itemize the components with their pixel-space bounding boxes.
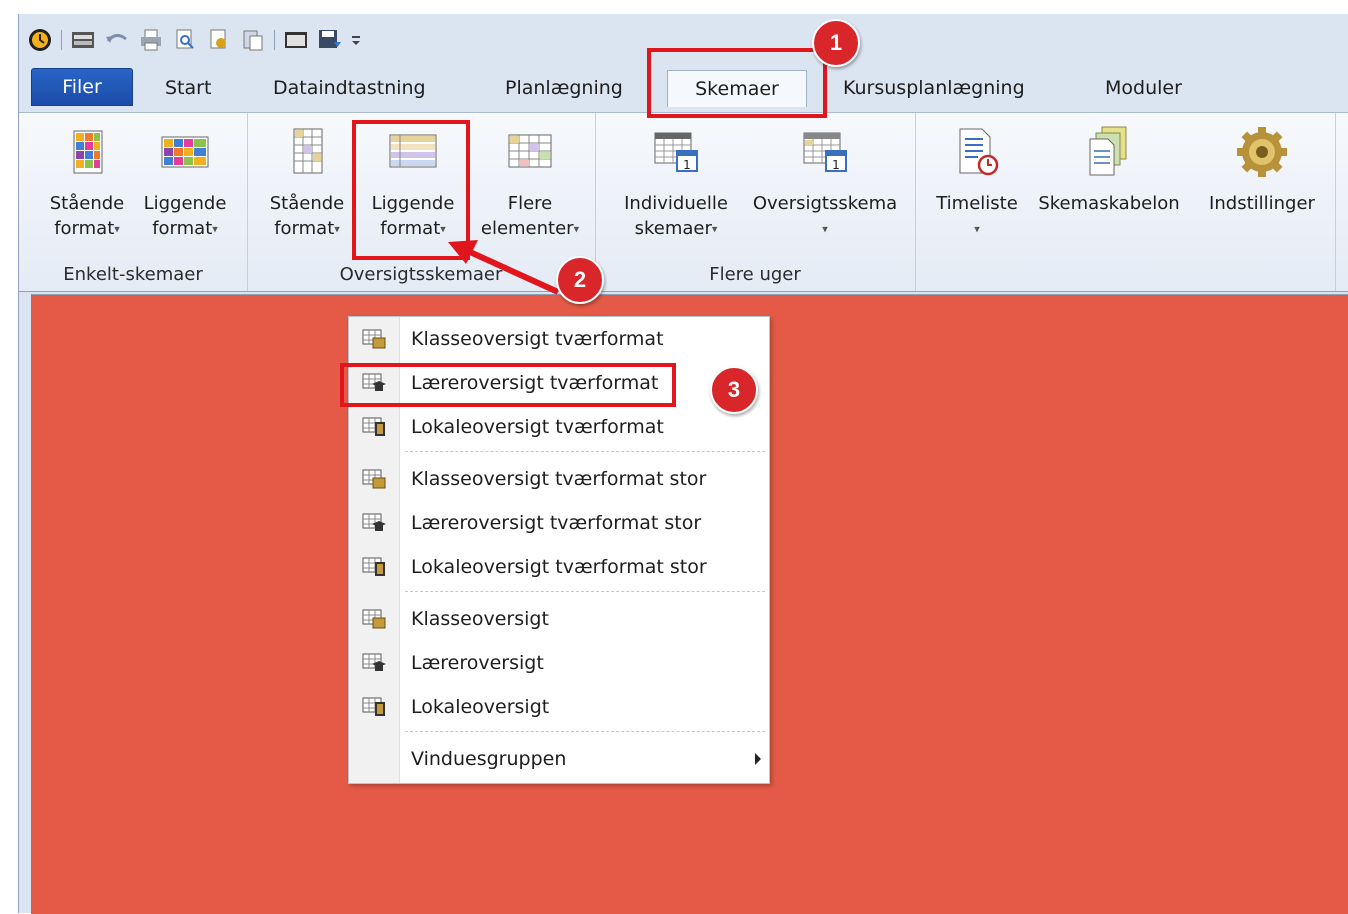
step-badge-1: 1 (812, 19, 860, 67)
step-badge-3: 3 (710, 366, 758, 414)
step-badge-2: 2 (556, 256, 604, 304)
annotation-arrow (448, 240, 560, 295)
